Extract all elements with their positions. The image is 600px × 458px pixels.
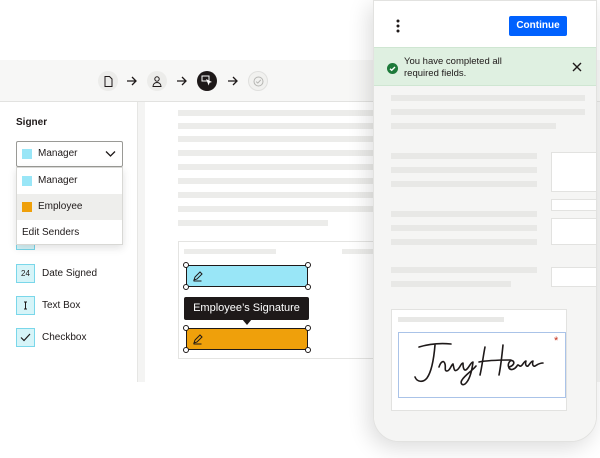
arrow-right-icon: [228, 76, 238, 86]
tooltip-pointer: [242, 319, 252, 325]
menu-item-label: Edit Senders: [22, 227, 80, 238]
menu-item-label: Manager: [38, 175, 78, 186]
text-line: [178, 110, 376, 116]
checkbox-icon: [16, 328, 35, 347]
text-line: [391, 95, 585, 101]
manager-color-swatch: [22, 176, 32, 186]
cursor-select-icon: [201, 75, 212, 86]
text-line: [391, 281, 511, 287]
text-line: [391, 267, 537, 273]
resize-handle[interactable]: [183, 325, 189, 331]
text-line: [184, 249, 276, 254]
menu-item-manager[interactable]: Manager: [17, 168, 122, 194]
text-line: [391, 109, 585, 115]
form-box: [551, 218, 596, 245]
text-line: [178, 164, 376, 170]
tool-checkbox[interactable]: Checkbox: [16, 328, 134, 348]
signer-heading: Signer: [16, 117, 48, 128]
step-document[interactable]: [98, 71, 118, 91]
text-line: [391, 181, 537, 187]
text-cursor-icon: [16, 296, 35, 315]
employee-color-swatch: [22, 202, 32, 212]
arrow-right-icon: [127, 76, 137, 86]
success-banner: You have completed all required fields.: [374, 47, 596, 86]
text-line: [391, 153, 537, 159]
resize-handle[interactable]: [305, 347, 311, 353]
text-line: [391, 225, 537, 231]
tool-label: Checkbox: [42, 332, 87, 343]
tool-label: Date Signed: [42, 268, 98, 279]
text-line: [178, 136, 376, 142]
calendar-icon: 24: [16, 264, 35, 283]
resize-handle[interactable]: [183, 262, 189, 268]
required-marker: *: [554, 335, 559, 347]
form-box: [551, 199, 596, 211]
success-check-icon: [387, 63, 398, 74]
text-line: [178, 178, 376, 184]
menu-item-edit-senders[interactable]: Edit Senders: [17, 220, 122, 246]
text-line: [178, 220, 328, 226]
phone-frame: Continue You have completed all required…: [373, 0, 597, 442]
signer-select[interactable]: Manager: [16, 141, 123, 167]
employee-signature-input[interactable]: [398, 332, 566, 398]
continue-button[interactable]: Continue: [509, 16, 567, 36]
text-line: [391, 239, 537, 245]
resize-handle[interactable]: [305, 325, 311, 331]
close-icon[interactable]: [572, 62, 582, 72]
text-line: [391, 167, 537, 173]
step-fields[interactable]: [197, 71, 217, 91]
resize-handle[interactable]: [305, 262, 311, 268]
signer-select-value: Manager: [38, 148, 78, 159]
text-line: [398, 317, 504, 322]
document-icon: [104, 75, 112, 87]
tool-text-box[interactable]: Text Box: [16, 296, 134, 316]
text-line: [178, 150, 376, 156]
tool-date-signed[interactable]: 24 Date Signed: [16, 264, 134, 284]
tool-label: Text Box: [42, 300, 81, 311]
text-line: [178, 123, 376, 129]
signer-dropdown-menu: Manager Employee Edit Senders: [16, 167, 123, 245]
person-icon: [152, 75, 162, 87]
arrow-right-icon: [177, 76, 187, 86]
pen-icon: [193, 271, 203, 282]
text-line: [178, 192, 376, 198]
resize-handle[interactable]: [183, 347, 189, 353]
text-line: [178, 206, 376, 212]
handwritten-signature: [414, 342, 544, 386]
step-review[interactable]: [248, 71, 268, 91]
chevron-down-icon: [105, 151, 116, 157]
manager-signature-field[interactable]: [186, 265, 308, 287]
menu-item-employee[interactable]: Employee: [17, 194, 122, 220]
form-box: [551, 267, 596, 287]
pen-icon: [193, 334, 203, 345]
resize-handle[interactable]: [183, 284, 189, 290]
banner-message: You have completed all required fields.: [404, 56, 502, 79]
more-options-icon[interactable]: [396, 19, 400, 33]
signer-color-swatch: [22, 149, 32, 159]
text-line: [391, 123, 556, 129]
menu-item-label: Employee: [38, 201, 83, 212]
form-box: [551, 152, 596, 192]
resize-handle[interactable]: [305, 284, 311, 290]
checkmark-icon: [253, 76, 263, 86]
text-line: [391, 211, 537, 217]
field-tooltip: Employee’s Signature: [184, 297, 309, 320]
step-recipients[interactable]: [147, 71, 167, 91]
employee-signature-field[interactable]: [186, 328, 308, 350]
text-line: [342, 249, 376, 254]
